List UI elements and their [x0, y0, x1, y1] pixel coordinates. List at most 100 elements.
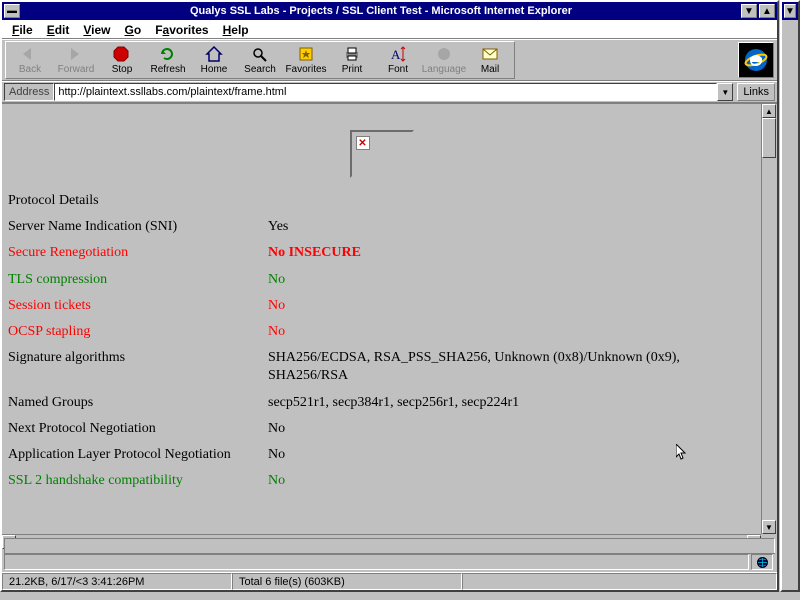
toolbar-group: Back Forward Stop Refresh Home Search Favorite…	[5, 41, 515, 79]
protocol-row: Next Protocol NegotiationNo	[8, 416, 755, 442]
forward-label: Forward	[58, 64, 95, 75]
font-button[interactable]: A Font	[375, 43, 421, 77]
row-value: No	[268, 420, 755, 438]
main-window: Qualys SSL Labs - Projects / SSL Client …	[0, 0, 779, 592]
stop-button[interactable]: Stop	[99, 43, 145, 77]
row-value: No	[268, 271, 755, 289]
forward-icon	[66, 45, 86, 63]
row-value: SHA256/ECDSA, RSA_PSS_SHA256, Unknown (0…	[268, 349, 755, 385]
status-right-pane: Total 6 file(s) (603KB)	[232, 573, 462, 590]
protocol-row: Server Name Indication (SNI)Yes	[8, 214, 755, 240]
window-title: Qualys SSL Labs - Projects / SSL Client …	[23, 5, 739, 17]
row-value: secp521r1, secp384r1, secp256r1, secp224…	[268, 394, 755, 412]
menu-favorites[interactable]: Favorites	[149, 22, 214, 36]
row-value: No	[268, 446, 755, 464]
back-icon	[20, 45, 40, 63]
status-text	[4, 554, 749, 570]
row-label: Application Layer Protocol Negotiation	[8, 446, 268, 464]
refresh-button[interactable]: Refresh	[145, 43, 191, 77]
protocol-row: OCSP staplingNo	[8, 319, 755, 345]
favorites-button[interactable]: Favorites	[283, 43, 329, 77]
address-dropdown-icon[interactable]: ▼	[717, 83, 733, 101]
scroll-up-icon[interactable]: ▲	[762, 104, 776, 118]
row-label: Server Name Indication (SNI)	[8, 218, 268, 236]
refresh-icon	[158, 45, 178, 63]
vertical-scrollbar[interactable]: ▲ ▼	[761, 104, 777, 534]
address-input[interactable]	[54, 83, 717, 101]
svg-text:A: A	[391, 47, 401, 62]
protocol-row: Named Groupssecp521r1, secp384r1, secp25…	[8, 390, 755, 416]
row-value: No	[268, 297, 755, 315]
minimize-button[interactable]: ▼	[741, 4, 757, 18]
search-icon	[250, 45, 270, 63]
links-button[interactable]: Links	[737, 83, 775, 101]
menu-edit[interactable]: Edit	[41, 22, 76, 36]
mail-icon	[480, 45, 500, 63]
status-empty-pane	[462, 573, 777, 590]
favorites-icon	[296, 45, 316, 63]
forward-button: Forward	[53, 43, 99, 77]
mail-button[interactable]: Mail	[467, 43, 513, 77]
font-icon: A	[388, 45, 408, 63]
toolbar: Back Forward Stop Refresh Home Search Favorite…	[2, 39, 777, 81]
address-label: Address	[4, 83, 54, 101]
menu-view[interactable]: View	[77, 22, 116, 36]
protocol-row: Signature algorithmsSHA256/ECDSA, RSA_PS…	[8, 345, 755, 389]
protocol-row: SSL 2 handshake compatibilityNo	[8, 468, 755, 494]
menu-help[interactable]: Help	[217, 22, 255, 36]
protocol-details-section: Protocol Details Server Name Indication …	[8, 188, 755, 494]
title-bar: Qualys SSL Labs - Projects / SSL Client …	[2, 2, 777, 20]
broken-image-icon: ✕	[356, 136, 370, 150]
secondary-minimize-button[interactable]: ▼	[784, 4, 796, 18]
scroll-thumb[interactable]	[762, 118, 776, 158]
refresh-label: Refresh	[150, 64, 185, 75]
row-value: Yes	[268, 218, 755, 236]
row-label: Next Protocol Negotiation	[8, 420, 268, 438]
maximize-button[interactable]: ▲	[759, 4, 775, 18]
row-label: OCSP stapling	[8, 323, 268, 341]
menu-bar: File Edit View Go Favorites Help	[2, 20, 777, 39]
secondary-titlebar: ▼	[782, 2, 798, 20]
language-label: Language	[422, 64, 467, 75]
status-globe-icon	[751, 554, 773, 570]
protocol-row: Application Layer Protocol NegotiationNo	[8, 442, 755, 468]
outer-horizontal-scrollbar[interactable]	[4, 538, 775, 554]
broken-image-placeholder: ✕	[350, 130, 414, 178]
back-button: Back	[7, 43, 53, 77]
home-icon	[204, 45, 224, 63]
home-button[interactable]: Home	[191, 43, 237, 77]
bottom-status-bar: 21.2KB, 6/17/<3 3:41:26PM Total 6 file(s…	[2, 572, 777, 590]
content-wrap: ✕ Protocol Details Server Name Indicatio…	[2, 103, 777, 550]
language-button: Language	[421, 43, 467, 77]
search-button[interactable]: Search	[237, 43, 283, 77]
print-label: Print	[342, 64, 363, 75]
print-icon	[342, 45, 362, 63]
ie-logo-icon	[738, 42, 774, 78]
row-value: No	[268, 323, 755, 341]
home-label: Home	[201, 64, 228, 75]
section-heading: Protocol Details	[8, 188, 755, 214]
favorites-label: Favorites	[285, 64, 326, 75]
menu-go[interactable]: Go	[119, 22, 148, 36]
search-label: Search	[244, 64, 276, 75]
system-menu-icon[interactable]	[4, 4, 20, 18]
print-button[interactable]: Print	[329, 43, 375, 77]
language-icon	[434, 45, 454, 63]
status-bar	[4, 553, 775, 571]
row-label: Secure Renegotiation	[8, 244, 268, 262]
page-content: ✕ Protocol Details Server Name Indicatio…	[2, 104, 761, 534]
row-value: No	[268, 472, 755, 490]
protocol-row: Secure RenegotiationNo INSECURE	[8, 240, 755, 266]
heading-text: Protocol Details	[8, 192, 99, 210]
scroll-down-icon[interactable]: ▼	[762, 520, 776, 534]
stop-label: Stop	[112, 64, 133, 75]
address-bar: Address ▼ Links	[2, 81, 777, 103]
row-label: Signature algorithms	[8, 349, 268, 385]
protocol-row: TLS compressionNo	[8, 267, 755, 293]
font-label: Font	[388, 64, 408, 75]
secondary-window: ▼	[780, 0, 800, 592]
mail-label: Mail	[481, 64, 499, 75]
menu-file[interactable]: File	[6, 22, 39, 36]
back-label: Back	[19, 64, 41, 75]
row-label: SSL 2 handshake compatibility	[8, 472, 268, 490]
